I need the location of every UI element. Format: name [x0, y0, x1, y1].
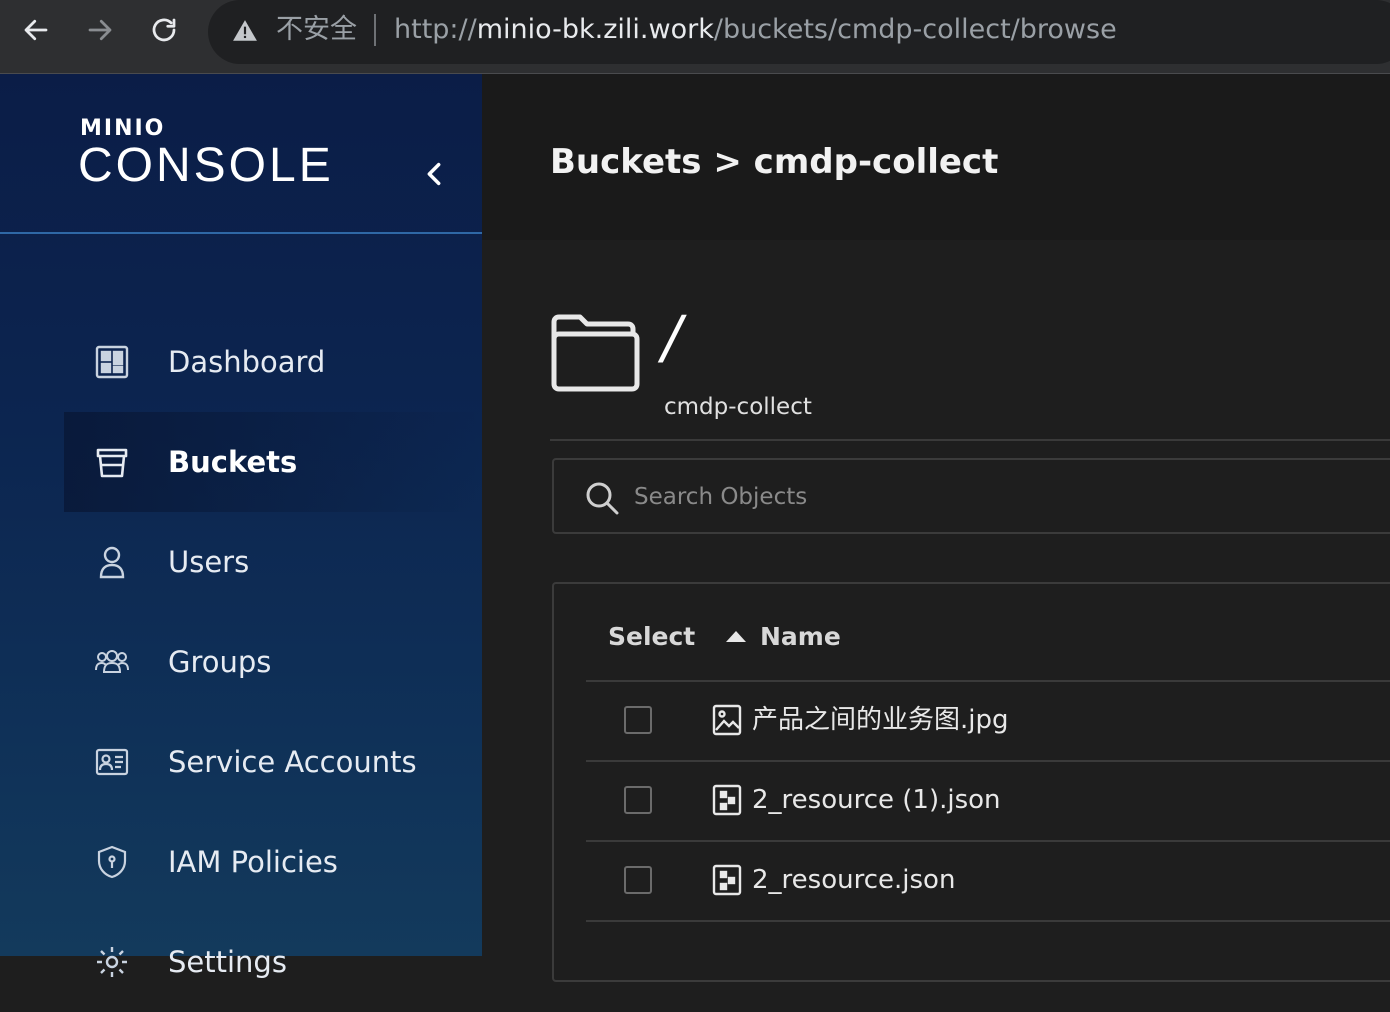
forward-button[interactable]	[78, 10, 122, 50]
table-header: Select Name	[586, 584, 1390, 682]
back-button[interactable]	[14, 10, 58, 50]
divider	[550, 439, 1390, 441]
sidebar-item-label: Buckets	[168, 445, 298, 479]
arrow-left-icon	[24, 19, 48, 41]
shield-icon	[97, 845, 127, 879]
sidebar-item-dashboard[interactable]: Dashboard	[0, 312, 482, 412]
object-name[interactable]: 产品之间的业务图.jpg	[752, 702, 1009, 738]
browser-toolbar: 不安全 http://minio-bk.zili.work/buckets/cm…	[0, 0, 1390, 74]
gear-icon	[97, 947, 127, 977]
main-content: Buckets > cmdp-collect / cmdp-collect Se…	[482, 74, 1390, 982]
bucket-icon	[96, 448, 128, 478]
groups-icon	[95, 650, 129, 673]
reload-icon	[152, 18, 176, 42]
current-path: /	[662, 303, 682, 371]
url-text[interactable]: http://minio-bk.zili.work/buckets/cmdp-c…	[394, 12, 1117, 48]
table-row[interactable]: 2_resource.json	[586, 842, 1390, 922]
bucket-name: cmdp-collect	[664, 394, 812, 420]
file-icon	[712, 864, 742, 896]
sidebar-item-label: Groups	[168, 645, 272, 679]
search-box[interactable]	[552, 458, 1390, 534]
user-icon	[99, 546, 125, 579]
object-name[interactable]: 2_resource.json	[752, 862, 955, 898]
sidebar-item-settings[interactable]: Settings	[0, 912, 482, 1012]
row-checkbox[interactable]	[624, 706, 652, 734]
sidebar-header: MINIO CONSOLE	[0, 74, 482, 234]
sidebar-item-groups[interactable]: Groups	[0, 612, 482, 712]
column-header-name[interactable]: Name	[760, 622, 841, 651]
reload-button[interactable]	[142, 10, 186, 50]
column-header-select[interactable]: Select	[608, 622, 695, 651]
file-icon	[712, 784, 742, 816]
sidebar-menu: Dashboard Buckets Users Groups Service A…	[0, 312, 482, 1012]
sort-ascending-icon[interactable]	[724, 628, 748, 644]
row-checkbox[interactable]	[624, 866, 652, 894]
sidebar-item-buckets[interactable]: Buckets	[0, 412, 482, 512]
sidebar-item-label: IAM Policies	[168, 845, 338, 879]
page-header: Buckets > cmdp-collect	[482, 74, 1390, 240]
chevron-left-icon[interactable]	[420, 156, 448, 192]
folder-icon	[551, 314, 640, 392]
security-label[interactable]: 不安全	[276, 12, 357, 48]
address-bar[interactable]: 不安全 http://minio-bk.zili.work/buckets/cm…	[208, 0, 1390, 64]
url-host: minio-bk.zili.work	[476, 14, 714, 45]
objects-table: Select Name 产品之间的业务图.jpg 2_resource (1).…	[552, 582, 1390, 982]
sidebar-item-label: Dashboard	[168, 345, 326, 379]
sidebar-item-users[interactable]: Users	[0, 512, 482, 612]
sidebar-item-label: Service Accounts	[168, 745, 417, 779]
search-icon	[586, 482, 619, 515]
table-row[interactable]: 2_resource (1).json	[586, 762, 1390, 842]
url-scheme: http://	[394, 14, 477, 45]
object-name[interactable]: 2_resource (1).json	[752, 782, 1001, 818]
warning-icon[interactable]	[232, 18, 258, 44]
sidebar: MINIO CONSOLE Dashboard Buckets Users Gr…	[0, 74, 482, 979]
row-checkbox[interactable]	[624, 786, 652, 814]
breadcrumb[interactable]: Buckets > cmdp-collect	[550, 140, 998, 184]
sidebar-item-service-accounts[interactable]: Service Accounts	[0, 712, 482, 812]
logo-console-text: CONSOLE	[78, 139, 334, 192]
sidebar-item-iam-policies[interactable]: IAM Policies	[0, 812, 482, 912]
table-row[interactable]: 产品之间的业务图.jpg	[586, 682, 1390, 762]
dashboard-icon	[95, 345, 129, 379]
address-separator	[374, 14, 376, 46]
sidebar-item-label: Users	[168, 545, 250, 579]
url-path: /buckets/cmdp-collect/browse	[713, 14, 1117, 45]
arrow-right-icon	[88, 19, 112, 41]
service-accounts-icon	[95, 748, 129, 776]
search-input[interactable]	[634, 478, 1334, 516]
image-file-icon	[712, 704, 742, 736]
sidebar-item-label: Settings	[168, 945, 287, 979]
